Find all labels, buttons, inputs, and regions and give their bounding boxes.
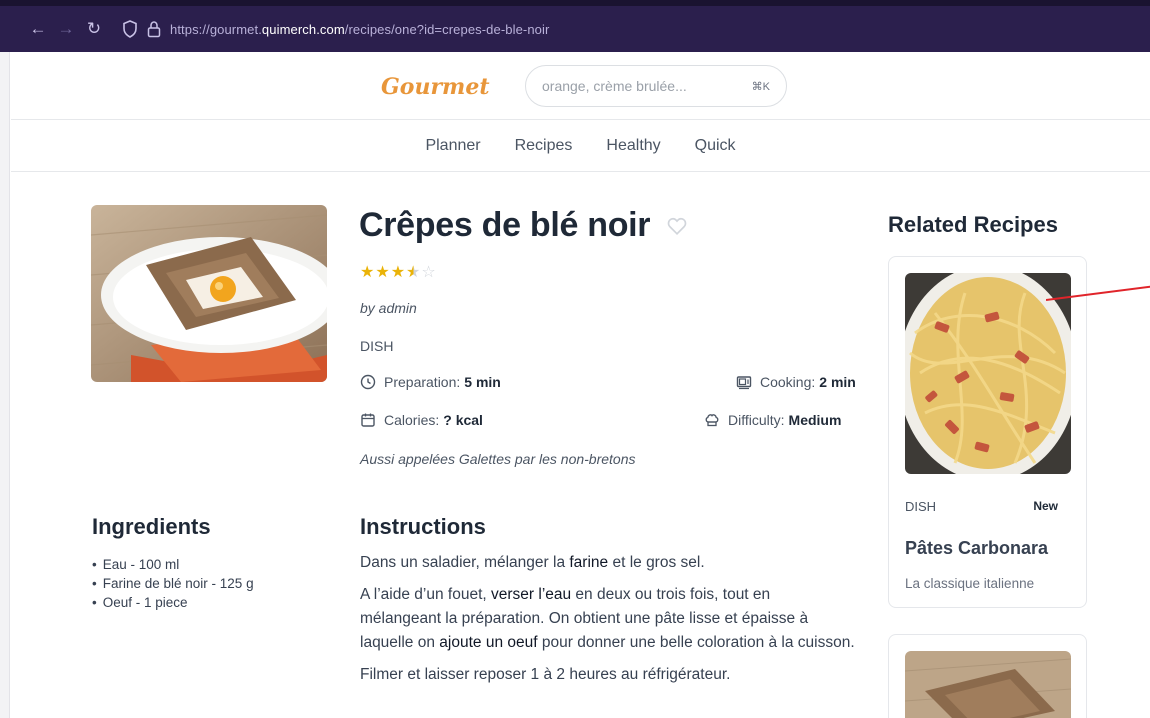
new-badge: New bbox=[1033, 499, 1058, 513]
related-recipe-title: Pâtes Carbonara bbox=[905, 538, 1049, 558]
difficulty-label: Difficulty: bbox=[728, 412, 785, 428]
ingredients-list: Eau - 100 ml Farine de blé noir - 125 g … bbox=[92, 555, 254, 612]
lock-icon[interactable] bbox=[146, 20, 162, 38]
main-nav: Planner Recipes Healthy Quick bbox=[11, 121, 1150, 172]
nav-item-quick[interactable]: Quick bbox=[695, 137, 736, 155]
chef-hat-icon bbox=[705, 414, 719, 427]
star-icon: ★ bbox=[375, 264, 391, 281]
search-placeholder: orange, crème brulée... bbox=[542, 78, 687, 94]
preparation-label: Preparation: bbox=[384, 374, 461, 390]
recipe-title-row: Crêpes de blé noir bbox=[359, 206, 688, 245]
related-recipe-image bbox=[905, 273, 1071, 474]
instruction-text: et le gros sel. bbox=[608, 554, 705, 571]
related-recipe-image bbox=[905, 651, 1071, 718]
url-prefix: https://gourmet. bbox=[170, 21, 262, 37]
cooking-value: 2 min bbox=[819, 374, 856, 390]
related-recipe-subtitle: La classique italienne bbox=[905, 576, 1035, 591]
nav-item-recipes[interactable]: Recipes bbox=[515, 137, 573, 155]
instructions-body: Dans un saladier, mélanger la farine et … bbox=[360, 551, 855, 695]
instruction-step: A l’aide d’un fouet, verser l’eau en deu… bbox=[360, 583, 855, 655]
site-logo[interactable]: Gourmet bbox=[381, 74, 490, 100]
search-shortcut: ⌘K bbox=[751, 80, 770, 93]
instruction-step: Dans un saladier, mélanger la farine et … bbox=[360, 551, 855, 575]
recipe-title: Crêpes de blé noir bbox=[359, 206, 651, 244]
shield-icon[interactable] bbox=[120, 19, 140, 39]
ingredients-heading: Ingredients bbox=[92, 514, 211, 539]
browser-toolbar: ← → ↻ https://gourmet.quimerch.com/recip… bbox=[0, 0, 1150, 52]
forward-arrow-icon[interactable]: → bbox=[52, 19, 80, 39]
star-outline-icon: ☆ bbox=[421, 264, 437, 281]
site-header: Gourmet orange, crème brulée... ⌘K bbox=[11, 52, 1150, 120]
star-icon: ★ bbox=[390, 264, 407, 281]
recipe-description: Aussi appelées Galettes par les non-bret… bbox=[360, 451, 636, 467]
annotation-arrow bbox=[1046, 285, 1150, 301]
instruction-text: pour donner une belle coloration à la cu… bbox=[537, 634, 855, 651]
back-arrow-icon[interactable]: ← bbox=[24, 19, 52, 39]
nav-item-planner[interactable]: Planner bbox=[425, 137, 480, 155]
calories-label: Calories: bbox=[384, 412, 440, 428]
sidebar-edge bbox=[0, 52, 10, 718]
ingredient-item: Eau - 100 ml bbox=[92, 555, 254, 574]
instruction-keyword: farine bbox=[569, 554, 609, 571]
preparation-time: Preparation: 5 min bbox=[360, 374, 501, 390]
reload-icon[interactable]: ↻ bbox=[80, 19, 108, 39]
rating-stars: ★★★★☆ bbox=[360, 262, 437, 282]
ingredient-item: Oeuf - 1 piece bbox=[92, 593, 254, 612]
address-bar[interactable]: https://gourmet.quimerch.com/recipes/one… bbox=[170, 22, 549, 37]
instruction-text: A l’aide d’un fouet, bbox=[360, 586, 491, 603]
related-recipe-card[interactable]: DISH New Pâtes Carbonara La classique it… bbox=[888, 256, 1087, 608]
instruction-text: Dans un saladier, mélanger la bbox=[360, 554, 570, 571]
microwave-icon bbox=[736, 376, 752, 390]
difficulty-value: Medium bbox=[788, 412, 842, 428]
related-recipes-heading: Related Recipes bbox=[888, 212, 1058, 237]
recipe-category: DISH bbox=[360, 338, 394, 354]
instruction-keyword: verser l’eau bbox=[491, 586, 572, 603]
instruction-step: Filmer et laisser reposer 1 à 2 heures a… bbox=[360, 666, 731, 683]
url-domain: quimerch.com bbox=[261, 21, 345, 37]
url-path: /recipes/one?id=crepes-de-ble-noir bbox=[344, 21, 550, 37]
instructions-heading: Instructions bbox=[360, 514, 486, 539]
search-input[interactable]: orange, crème brulée... ⌘K bbox=[525, 65, 787, 107]
recipe-author: by admin bbox=[360, 300, 417, 316]
calories-value: ? kcal bbox=[443, 412, 483, 428]
difficulty: Difficulty: Medium bbox=[704, 412, 841, 428]
clock-icon bbox=[360, 374, 376, 390]
related-recipe-card[interactable] bbox=[888, 634, 1087, 718]
ingredient-item: Farine de blé noir - 125 g bbox=[92, 574, 254, 593]
star-icon: ★ bbox=[360, 264, 376, 281]
nav-item-healthy[interactable]: Healthy bbox=[606, 137, 660, 155]
calendar-icon bbox=[361, 413, 375, 427]
heart-icon[interactable] bbox=[666, 215, 688, 237]
calories: Calories:? kcal bbox=[360, 412, 483, 428]
cooking-time: Cooking: 2 min bbox=[736, 374, 856, 390]
half-star-icon: ★ bbox=[406, 264, 422, 281]
preparation-value: 5 min bbox=[464, 374, 501, 390]
instruction-keyword: ajoute un oeuf bbox=[439, 634, 538, 651]
related-recipe-category: DISH bbox=[905, 499, 937, 514]
cooking-label: Cooking: bbox=[760, 374, 816, 390]
recipe-image bbox=[91, 205, 327, 382]
